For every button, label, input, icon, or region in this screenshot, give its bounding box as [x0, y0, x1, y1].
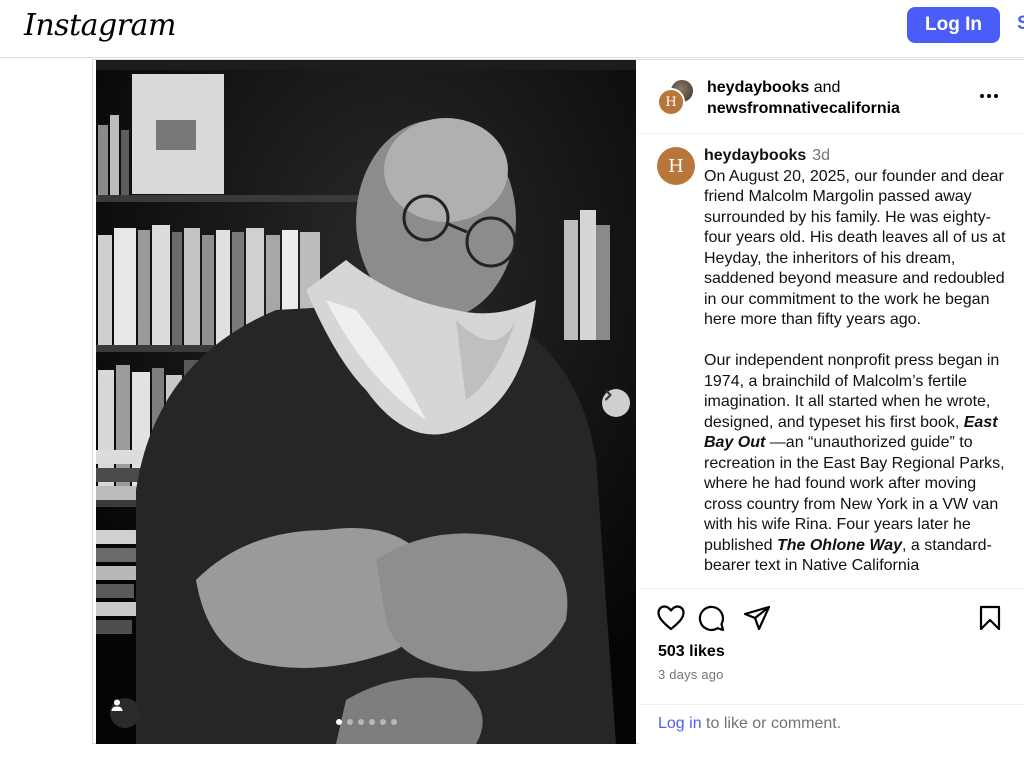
heart-icon [657, 605, 685, 631]
caption-paragraph: On August 20, 2025, our founder and dear… [704, 167, 1006, 329]
carousel-dot [347, 719, 353, 725]
post-caption: H heydaybooks 3d On August 20, 2025, our f… [639, 135, 1024, 588]
like-count[interactable]: 503 likes [658, 643, 725, 661]
avatar[interactable]: H [657, 147, 695, 185]
post-sidebar: H heydaybooks and newsfromnativecaliforn… [639, 60, 1024, 744]
comment-icon [698, 605, 725, 632]
comment-button[interactable] [696, 603, 726, 633]
more-options-icon[interactable] [977, 88, 1001, 104]
post-header: H heydaybooks and newsfromnativecaliforn… [639, 60, 1024, 134]
send-icon [743, 605, 771, 631]
login-link[interactable]: Log in [658, 715, 702, 732]
author-username[interactable]: newsfromnativecalifornia [707, 100, 900, 117]
login-prompt: Log in to like or comment. [639, 704, 1024, 745]
caption-text: heydaybooks 3d On August 20, 2025, our fou… [704, 146, 1009, 588]
author-joiner: and [813, 79, 841, 96]
login-button[interactable]: Log In [907, 7, 1000, 43]
book-title: The Ohlone Way [776, 536, 903, 554]
photo-illustration [96, 60, 636, 744]
login-prompt-text: to like or comment. [701, 715, 842, 732]
caption-username[interactable]: heydaybooks [704, 147, 806, 164]
share-button[interactable] [742, 603, 772, 633]
caption-time[interactable]: 3d [812, 147, 830, 164]
avatar[interactable]: H [657, 88, 685, 116]
carousel-dot [336, 719, 342, 725]
carousel-dot [358, 719, 364, 725]
chevron-right-icon [605, 389, 612, 401]
instagram-logo[interactable]: Instagram [24, 8, 176, 43]
carousel-dot [391, 719, 397, 725]
top-nav: Instagram Log In S [0, 0, 1024, 58]
tagged-users-button[interactable] [110, 698, 140, 728]
post-authors: heydaybooks and newsfromnativecalifornia [707, 77, 900, 119]
user-tag-icon [111, 699, 123, 711]
post-photo[interactable] [96, 60, 636, 744]
collab-avatars[interactable]: H [657, 78, 697, 118]
like-button[interactable] [656, 603, 686, 633]
caption-paragraph: Our independent nonprofit press began in… [704, 352, 1000, 431]
carousel-dot [369, 719, 375, 725]
post-actions: 503 likes 3 days ago Log in to like or c… [639, 588, 1024, 744]
signup-link[interactable]: S [1017, 13, 1024, 35]
post-timestamp[interactable]: 3 days ago [658, 667, 724, 682]
post-card: H heydaybooks and newsfromnativecaliforn… [92, 59, 1024, 744]
bookmark-icon [979, 605, 1001, 631]
save-button[interactable] [975, 603, 1005, 633]
carousel-dot [380, 719, 386, 725]
author-username[interactable]: heydaybooks [707, 79, 809, 96]
carousel-next-button[interactable] [602, 389, 630, 417]
carousel-indicator [336, 719, 397, 725]
